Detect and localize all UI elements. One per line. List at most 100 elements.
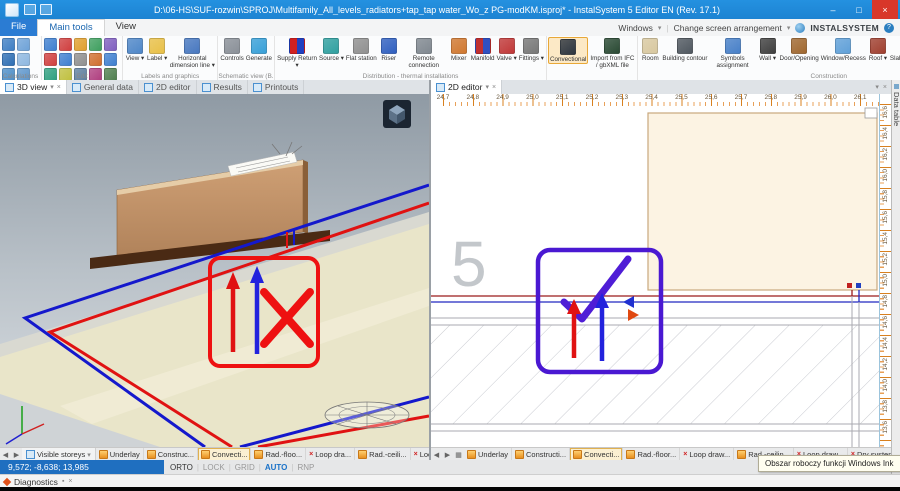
windows-menu[interactable]: Windows [618, 23, 652, 33]
panel-splitter[interactable] [429, 80, 431, 460]
ribbon-button-supply-return[interactable]: Supply Return ▾ [276, 37, 318, 69]
ribbon-button-label: Convectional [550, 56, 586, 63]
strip-nav-left-icon[interactable]: ◀ [431, 451, 442, 459]
ribbon-button-source[interactable]: Source ▾ [318, 37, 345, 62]
ribbon-button-building-contour[interactable]: Building contour [661, 37, 708, 62]
redo-icon[interactable] [44, 53, 57, 66]
layer-icon [201, 450, 210, 459]
strip-nav-right-icon[interactable]: ▶ [11, 451, 22, 459]
results-icon [202, 83, 211, 92]
ribbon-button-remote-connection[interactable]: Remote connection [400, 37, 448, 69]
align-icon[interactable] [104, 53, 117, 66]
3d-viewport-canvas[interactable] [0, 94, 429, 447]
status-flag-grid[interactable]: GRID [235, 463, 255, 472]
ribbon-button-fittings[interactable]: Fittings ▾ [518, 37, 545, 62]
move-icon[interactable] [59, 53, 72, 66]
ribbon-button-roof[interactable]: Roof ▾ [867, 37, 889, 62]
visible-storeys-label: Visible storeys [37, 450, 85, 459]
ribbon-button-controls[interactable]: Controls [219, 37, 244, 62]
save-icon[interactable] [24, 4, 36, 15]
storeys-icon [26, 450, 35, 459]
ribbon-button-flat-station[interactable]: Flat station [345, 37, 378, 62]
calc-results-icon[interactable] [17, 53, 30, 66]
copy-icon[interactable] [74, 38, 87, 51]
ruler-label: 24,7 [434, 94, 452, 101]
ribbon-button-convectional[interactable]: Convectional [548, 37, 588, 64]
2d-editor-viewport[interactable]: 5 [431, 106, 879, 447]
close-button[interactable]: × [872, 0, 898, 19]
ribbon-button-label[interactable]: Label ▾ [146, 37, 168, 62]
ribbon-button-label: Valve ▾ [497, 55, 517, 62]
ruler-label: 25,7 [732, 94, 750, 101]
calc-sheet-icon[interactable] [17, 38, 30, 51]
calc-run-icon[interactable] [2, 53, 15, 66]
strip-grid-view-icon[interactable]: ▦ [453, 451, 464, 459]
2d-editor-canvas[interactable]: 5 [431, 106, 879, 447]
panel-tab-dropdown-icon[interactable]: ▾ [50, 83, 54, 91]
strip-nav-left-icon[interactable]: ◀ [0, 451, 11, 459]
diagnostics-icon [3, 477, 11, 485]
ribbon-button-window-recess[interactable]: Window/Recess [820, 37, 867, 62]
ruler-label: 24,9 [494, 94, 512, 101]
ribbon-button-valve[interactable]: Valve ▾ [496, 37, 518, 62]
status-flag-lock[interactable]: LOCK [203, 463, 225, 472]
ribbon-button-generate[interactable]: Generate [245, 37, 273, 62]
diagnostics-bar[interactable]: Diagnostics ▪ × [0, 474, 900, 488]
dock-pin-icon [894, 84, 899, 89]
panel-tab-close-icon[interactable]: × [492, 84, 496, 91]
panel-dropdown-icon[interactable]: ▾ [875, 83, 879, 91]
status-flag-rnp[interactable]: RNP [297, 463, 314, 472]
data-table-dock-tab[interactable]: Data table [891, 80, 900, 491]
minimize-button[interactable]: – [820, 0, 846, 19]
symbols-assignment-icon [725, 38, 741, 54]
ruler-label: 25,8 [762, 94, 780, 101]
ribbon-button-symbols-assignment[interactable]: Symbols assignment [709, 37, 757, 69]
panel-tab-general-data[interactable]: General data [67, 80, 139, 94]
cut-icon[interactable] [59, 38, 72, 51]
paste-icon[interactable] [89, 38, 102, 51]
panel-tab-2d-editor[interactable]: 2D editor [139, 80, 197, 94]
rotate-icon[interactable] [74, 53, 87, 66]
ribbon-button-slab-opening[interactable]: Slab/Opening [889, 37, 900, 62]
undo-icon[interactable] [104, 38, 117, 51]
calc-table-icon[interactable] [2, 38, 15, 51]
status-flag-auto[interactable]: AUTO [265, 463, 288, 472]
help-icon[interactable]: ? [884, 23, 894, 33]
maximize-button[interactable]: □ [846, 0, 872, 19]
panel-tab-results[interactable]: Results [197, 80, 248, 94]
ribbon-button-import-from-ifc-gbxml-file[interactable]: Import from IFC / gbXML file [588, 37, 636, 69]
ribbon-button-mixer[interactable]: Mixer [448, 37, 470, 62]
panel-tab-2d-editor[interactable]: 2D editor▾× [431, 80, 502, 94]
mirror-icon[interactable] [89, 53, 102, 66]
view-3d-icon [5, 83, 14, 92]
ribbon-button-door-opening[interactable]: Door/Opening [779, 37, 820, 62]
drawing-mode-flags: ORTO|LOCK|GRID|AUTO|RNP [164, 460, 320, 474]
panel-tab-3d-view[interactable]: 3D view▾× [0, 80, 67, 94]
ribbon-tab-main-tools[interactable]: Main tools [37, 19, 104, 36]
ribbon-button-wall[interactable]: Wall ▾ [757, 37, 779, 62]
panel-tab-dropdown-icon[interactable]: ▾ [486, 83, 490, 91]
status-flag-orto[interactable]: ORTO [170, 463, 193, 472]
ribbon-group-schematic-view-b: ControlsGenerateSchematic view (B... [218, 36, 275, 80]
panel-close-icon[interactable]: × [883, 84, 887, 91]
diagnostics-close-icon[interactable]: × [68, 478, 72, 485]
ribbon-tab-view[interactable]: View [105, 19, 147, 36]
ribbon-tab-file[interactable]: File [0, 19, 37, 36]
ribbon-button-horizontal-dimension-line[interactable]: Horizontal dimension line ▾ [168, 37, 216, 69]
change-screen-arrangement-menu[interactable]: Change screen arrangement [674, 23, 782, 33]
panel-tab-printouts[interactable]: Printouts [248, 80, 305, 94]
select-icon[interactable] [44, 38, 57, 51]
ribbon-button-room[interactable]: Room [639, 37, 661, 62]
strip-nav-right-icon[interactable]: ▶ [442, 451, 453, 459]
fittings-icon [523, 38, 539, 54]
quick-access-icon[interactable] [40, 4, 52, 15]
3d-viewport[interactable] [0, 94, 429, 447]
ribbon-group-edit: Edit [42, 36, 123, 80]
ribbon-button-manifold[interactable]: Manifold [470, 37, 496, 62]
app-icon[interactable] [5, 3, 19, 17]
panel-tab-close-icon[interactable]: × [57, 84, 61, 91]
ribbon-button-view[interactable]: View ▾ [124, 37, 146, 62]
diagnostics-pin-icon[interactable]: ▪ [62, 478, 64, 485]
ribbon-button-riser[interactable]: Riser [378, 37, 400, 62]
storey-tab-label: Loop dra... [315, 450, 351, 459]
